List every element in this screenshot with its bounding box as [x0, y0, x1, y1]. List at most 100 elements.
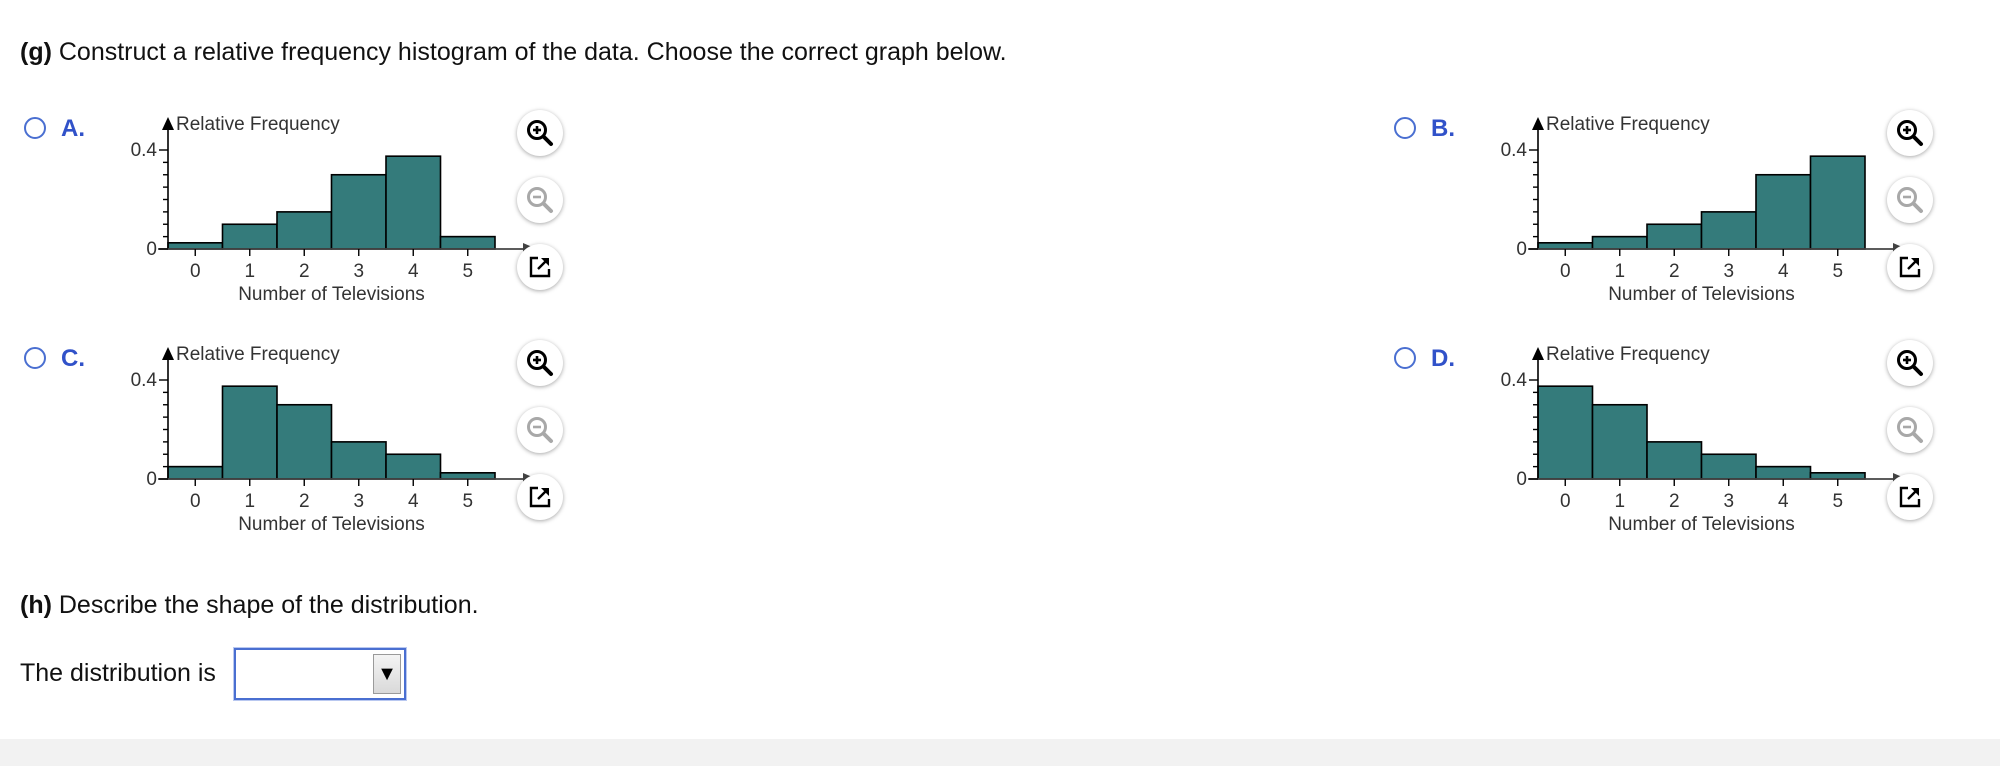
y-tick-label: 0 [146, 469, 157, 490]
x-tick-label: 0 [190, 261, 201, 282]
histogram-c-bar [221, 385, 278, 480]
option-a-zoom-out-button[interactable] [517, 177, 563, 223]
histogram-d-bar [1537, 385, 1594, 480]
y-axis-title: Relative Frequency [1546, 114, 1710, 135]
zoom-in-icon [525, 118, 555, 148]
x-axis-title: Number of Televisions [1608, 514, 1795, 535]
histogram-b-bar [1537, 242, 1594, 250]
option-d-popout-button[interactable] [1887, 474, 1933, 520]
y-tick-label: 0.4 [1501, 140, 1528, 161]
y-tick-label: 0 [146, 239, 157, 260]
question-h-text: Describe the shape of the distribution. [51, 591, 479, 619]
popout-icon [526, 483, 554, 511]
histogram-d-bar [1809, 472, 1866, 480]
popout-icon [526, 253, 554, 281]
x-tick-label: 0 [1560, 491, 1571, 512]
histogram-a-bar [276, 211, 333, 250]
histogram-c-bar [167, 465, 224, 480]
option-d-zoom-out-button[interactable] [1887, 407, 1933, 453]
histogram-c-bar [276, 403, 333, 480]
histogram-a-bar [167, 242, 224, 250]
y-axis-title: Relative Frequency [176, 114, 340, 135]
x-axis-title: Number of Televisions [1608, 284, 1795, 305]
histogram-a-bar [385, 155, 442, 250]
histogram-a-bar [221, 223, 278, 250]
histogram-b-bar [1700, 211, 1757, 250]
x-tick-label: 0 [1560, 261, 1571, 282]
histogram-d: 0 0.4 0 1 2 3 4 5 Relative Frequency Number of Te… [1501, 344, 1907, 535]
x-tick-label: 3 [353, 261, 364, 282]
option-d-letter[interactable]: D. [1431, 345, 1455, 373]
distribution-label: The distribution is [20, 659, 216, 687]
histogram-a-bar [330, 173, 387, 250]
distribution-select[interactable]: ▼ [234, 648, 406, 700]
option-a-radio[interactable] [24, 117, 46, 139]
x-tick-label: 3 [1723, 261, 1734, 282]
x-tick-label: 5 [462, 261, 473, 282]
popout-icon [1896, 483, 1924, 511]
x-tick-label: 3 [1723, 491, 1734, 512]
x-tick-label: 3 [353, 491, 364, 512]
x-tick-label: 0 [190, 491, 201, 512]
x-tick-label: 1 [1614, 261, 1625, 282]
x-tick-label: 1 [244, 261, 255, 282]
y-axis-title: Relative Frequency [176, 344, 340, 365]
zoom-in-icon [1895, 118, 1925, 148]
x-tick-label: 1 [244, 491, 255, 512]
option-b-letter[interactable]: B. [1431, 115, 1455, 143]
x-tick-label: 5 [1832, 261, 1843, 282]
y-axis-arrow-icon [1532, 117, 1544, 130]
option-b-popout-button[interactable] [1887, 244, 1933, 290]
option-b-radio[interactable] [1394, 117, 1416, 139]
y-axis-arrow-icon [1532, 347, 1544, 360]
option-c-popout-button[interactable] [517, 474, 563, 520]
question-g-text: Construct a relative frequency histogram… [51, 38, 1007, 66]
option-a-letter[interactable]: A. [61, 115, 85, 143]
popout-icon [1896, 253, 1924, 281]
histogram-d-bar [1591, 403, 1648, 480]
y-tick-label: 0 [1516, 469, 1527, 490]
dropdown-arrow-icon[interactable]: ▼ [373, 654, 401, 694]
histogram-c-bar [385, 453, 442, 480]
y-tick-label: 0.4 [1501, 370, 1528, 391]
histogram-c: 0 0.4 0 1 2 3 4 5 Relative Frequency Number of Te… [131, 344, 537, 535]
x-tick-label: 2 [1669, 491, 1680, 512]
option-c-zoom-in-button[interactable] [517, 340, 563, 386]
option-c-zoom-out-button[interactable] [517, 407, 563, 453]
option-c-radio[interactable] [24, 347, 46, 369]
option-d-zoom-in-button[interactable] [1887, 340, 1933, 386]
histogram-a-bar [439, 235, 496, 250]
y-axis-arrow-icon [162, 347, 174, 360]
zoom-in-icon [1895, 348, 1925, 378]
x-tick-label: 4 [1778, 261, 1789, 282]
histogram-c-bar [439, 472, 496, 480]
histogram-d-bar [1755, 465, 1812, 480]
y-tick-label: 0 [1516, 239, 1527, 260]
option-b-zoom-out-button[interactable] [1887, 177, 1933, 223]
y-axis-arrow-icon [162, 117, 174, 130]
zoom-out-icon [1895, 185, 1925, 215]
x-tick-label: 5 [462, 491, 473, 512]
x-tick-label: 2 [1669, 261, 1680, 282]
histogram-b: 0 0.4 0 1 2 3 4 5 Relative Frequency Number of Te… [1501, 114, 1907, 305]
histogram-a: 0 0.4 0 1 2 3 4 5 Relative Frequency Number of Te… [131, 114, 537, 305]
option-c-letter[interactable]: C. [61, 345, 85, 373]
option-a-zoom-in-button[interactable] [517, 110, 563, 156]
question-h: (h) Describe the shape of the distributi… [20, 589, 479, 621]
y-axis-title: Relative Frequency [1546, 344, 1710, 365]
x-tick-label: 4 [408, 261, 419, 282]
x-tick-label: 4 [1778, 491, 1789, 512]
histogram-b-bar [1646, 223, 1703, 250]
option-d-radio[interactable] [1394, 347, 1416, 369]
x-axis-title: Number of Televisions [238, 514, 425, 535]
zoom-out-icon [525, 415, 555, 445]
x-tick-label: 2 [299, 261, 310, 282]
option-b-zoom-in-button[interactable] [1887, 110, 1933, 156]
footer-bar [0, 739, 2000, 766]
option-a-popout-button[interactable] [517, 244, 563, 290]
question-h-label: (h) [20, 591, 52, 619]
zoom-in-icon [525, 348, 555, 378]
question-g-label: (g) [20, 38, 52, 66]
zoom-out-icon [525, 185, 555, 215]
x-tick-label: 2 [299, 491, 310, 512]
